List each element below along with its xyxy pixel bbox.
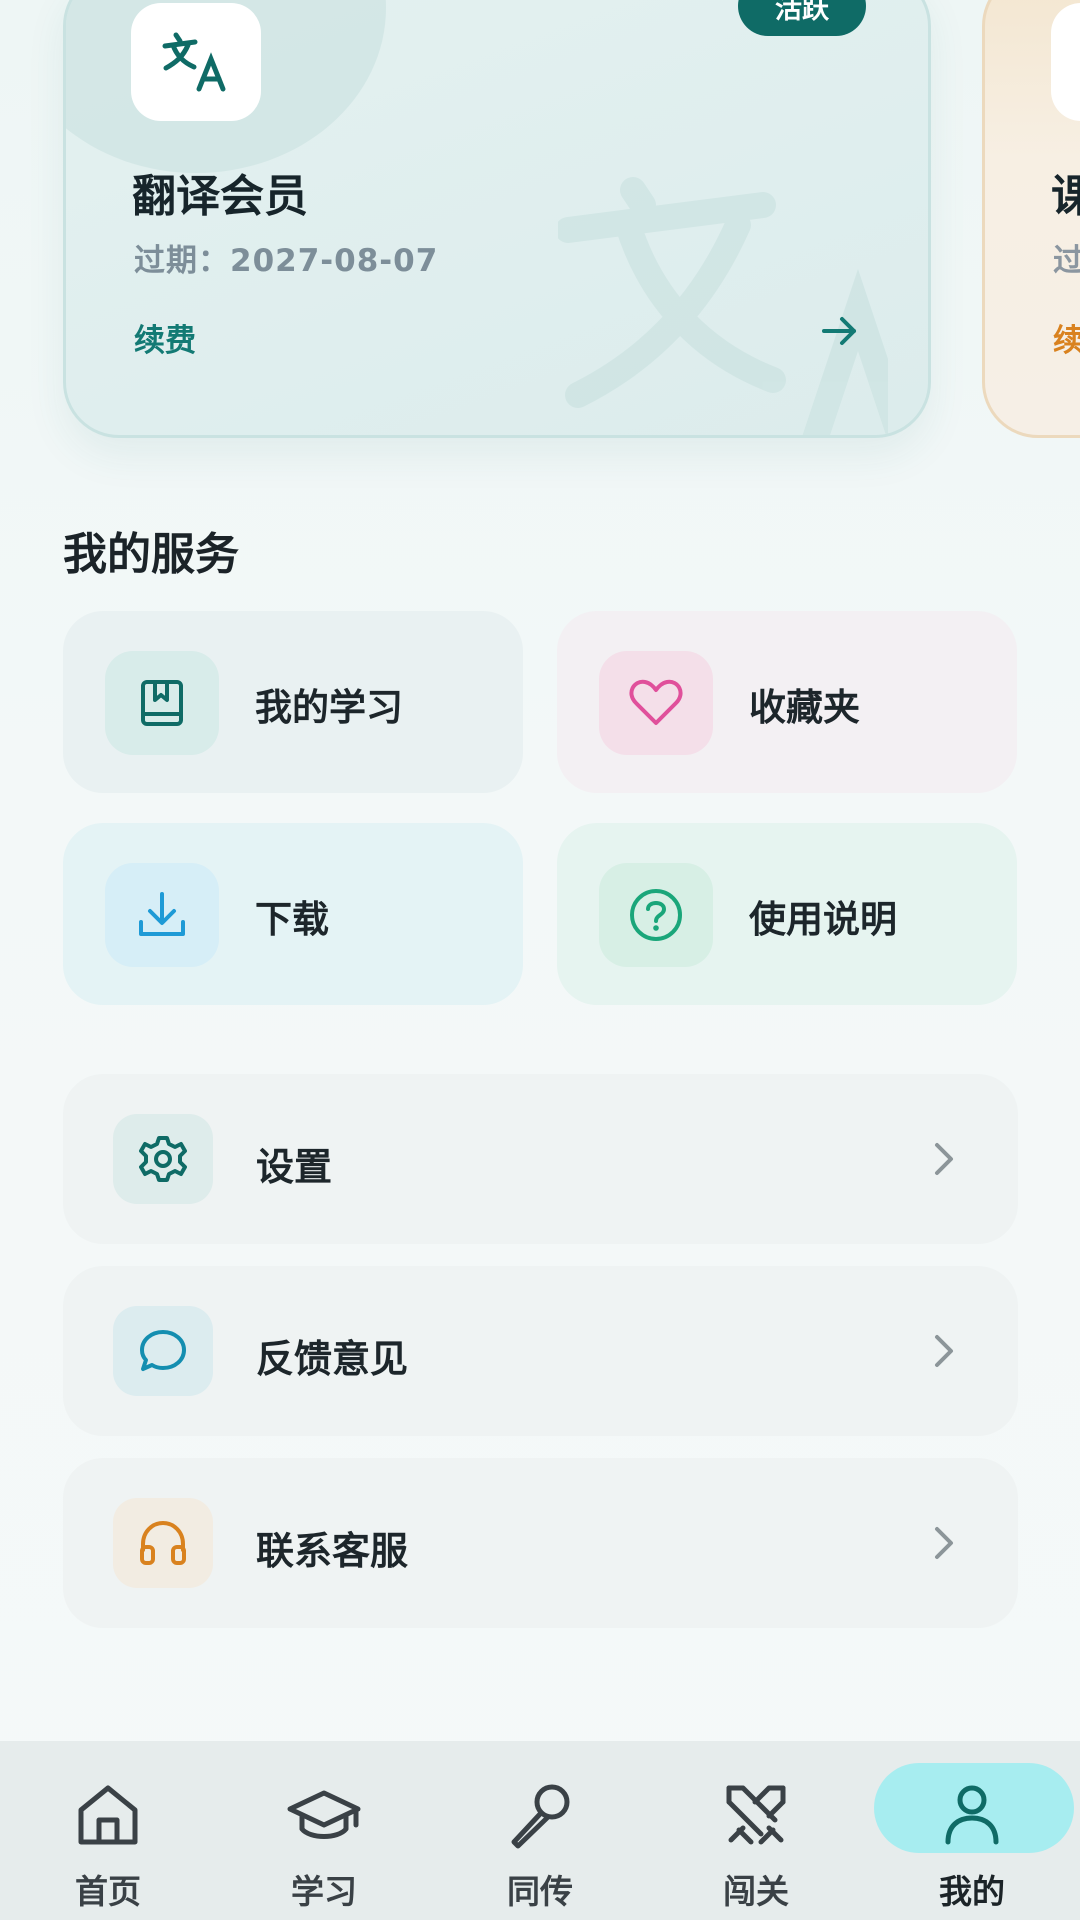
nav-label: 学习: [291, 1872, 357, 1911]
translate-watermark-icon: [558, 177, 888, 435]
book-icon: [105, 651, 219, 755]
nav-interpret[interactable]: 同传: [440, 1741, 640, 1920]
renew-button[interactable]: 续费: [134, 315, 196, 360]
chevron-right-icon: [935, 1143, 953, 1175]
download-icon: [105, 863, 219, 967]
translate-icon: [162, 32, 226, 92]
instructions-tile[interactable]: 使用说明: [557, 823, 1017, 1005]
settings-row[interactable]: 设置: [63, 1074, 1018, 1244]
nav-challenge[interactable]: 闯关: [656, 1741, 856, 1920]
row-label: 反馈意见: [256, 1337, 409, 1381]
nav-label: 我的: [939, 1872, 1005, 1911]
translate-logo: [131, 3, 261, 121]
bottom-nav: 首页 学习 同传 闯关 我的: [0, 1741, 1080, 1920]
membership-title: 课: [1051, 160, 1080, 224]
favorites-tile[interactable]: 收藏夹: [557, 611, 1017, 793]
nav-label: 首页: [75, 1872, 141, 1911]
chevron-right-icon: [935, 1335, 953, 1367]
home-icon: [68, 1779, 148, 1851]
headphones-icon: [113, 1498, 213, 1588]
translation-membership-card[interactable]: 活跃 翻译会员 过期：2027-08-07 续费: [63, 0, 931, 438]
tile-label: 我的学习: [255, 686, 403, 729]
row-label: 联系客服: [256, 1529, 409, 1573]
profile-page: 活跃 翻译会员 过期：2027-08-07 续费 课 过 续 我的服务: [0, 0, 1080, 1920]
tile-label: 下载: [255, 898, 329, 941]
nav-home[interactable]: 首页: [8, 1741, 208, 1920]
nav-label: 同传: [507, 1872, 573, 1911]
membership-title: 翻译会员: [132, 171, 308, 222]
chat-icon: [113, 1306, 213, 1396]
course-logo: [1051, 3, 1080, 121]
renew-button[interactable]: 续: [1053, 315, 1080, 360]
customer-service-row[interactable]: 联系客服: [63, 1458, 1018, 1628]
gear-icon: [113, 1114, 213, 1204]
graduation-cap-icon: [284, 1779, 364, 1851]
microphone-icon: [500, 1779, 580, 1851]
chevron-right-icon: [935, 1527, 953, 1559]
arrow-right-icon[interactable]: [820, 313, 860, 349]
nav-label: 闯关: [723, 1872, 789, 1911]
tile-label: 使用说明: [749, 898, 897, 941]
tile-label: 收藏夹: [749, 686, 860, 729]
course-membership-card[interactable]: 课 过 续: [982, 0, 1080, 438]
membership-expiry: 过期：2027-08-07: [134, 243, 439, 279]
status-badge: 活跃: [738, 0, 866, 36]
help-icon: [599, 863, 713, 967]
feedback-row[interactable]: 反馈意见: [63, 1266, 1018, 1436]
my-learning-tile[interactable]: 我的学习: [63, 611, 523, 793]
crossed-swords-icon: [716, 1779, 796, 1851]
heart-icon: [599, 651, 713, 755]
nav-learn[interactable]: 学习: [224, 1741, 424, 1920]
membership-expiry: 过: [1053, 235, 1080, 280]
user-icon: [932, 1779, 1012, 1851]
row-label: 设置: [256, 1145, 333, 1189]
nav-profile[interactable]: 我的: [872, 1741, 1074, 1920]
section-title: 我的服务: [63, 529, 239, 580]
download-tile[interactable]: 下载: [63, 823, 523, 1005]
